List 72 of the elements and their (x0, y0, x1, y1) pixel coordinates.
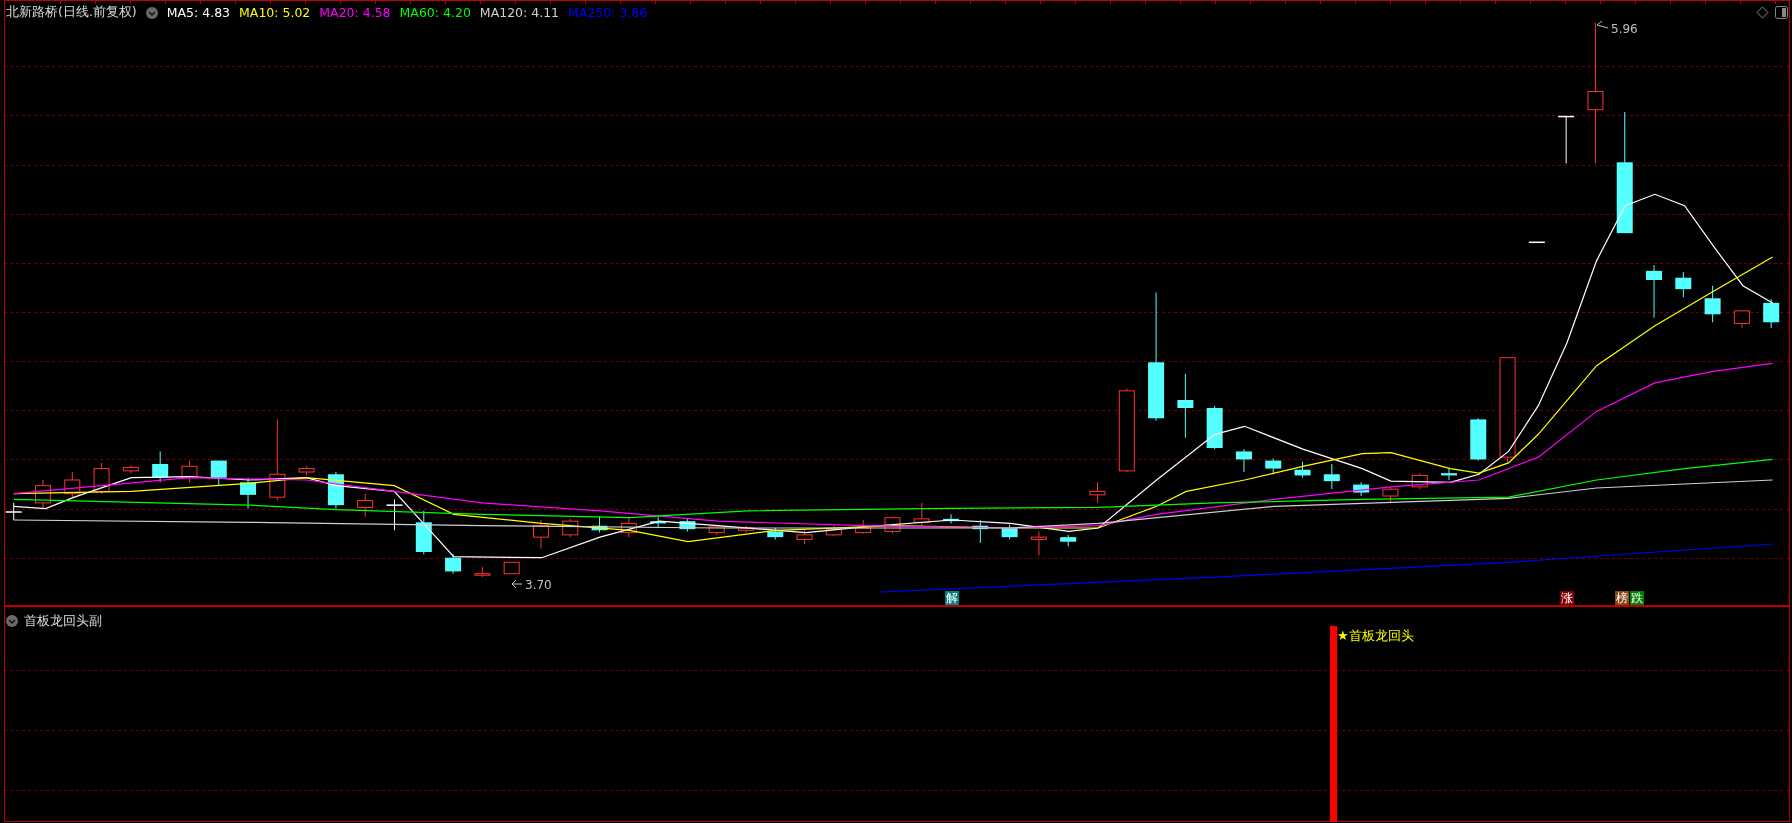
candlestick (181, 460, 198, 483)
candlestick (620, 516, 637, 538)
high-price-label: 5.96 (1611, 22, 1638, 36)
candlestick (1294, 461, 1311, 479)
candlestick (474, 566, 491, 578)
signal-label: ★首板龙回头 (1337, 627, 1414, 645)
candlestick (1265, 457, 1282, 475)
candlestick (35, 479, 51, 510)
candlestick (1411, 472, 1428, 490)
moving-average-value: MA10: 5.02 (239, 5, 311, 20)
candlestick (503, 561, 520, 575)
candlestick (1323, 463, 1340, 490)
candlestick (855, 519, 872, 535)
candlestick (1704, 285, 1721, 323)
candlestick (122, 464, 139, 474)
candlestick (1206, 405, 1223, 450)
signal-marker: 解 (945, 590, 959, 605)
candlestick (1646, 264, 1663, 319)
candlestick (1177, 373, 1194, 439)
candlestick (1763, 298, 1780, 329)
candlestick (357, 493, 374, 518)
moving-average-value: MA20: 4.58 (319, 5, 391, 20)
candlestick (562, 518, 579, 538)
candlestick (767, 527, 784, 540)
candlestick (1353, 481, 1370, 497)
candlestick (943, 513, 960, 524)
candlestick (1382, 486, 1399, 504)
candlestick (1528, 241, 1546, 244)
candlestick (415, 510, 432, 555)
candlestick (532, 519, 549, 550)
candlestick (738, 525, 754, 534)
candlestick (1557, 115, 1575, 164)
candlestick (64, 471, 81, 498)
moving-average-value: MA60: 4.20 (399, 5, 471, 20)
candlestick (913, 502, 930, 527)
dropdown-icon[interactable] (6, 615, 18, 627)
leader-line (1596, 20, 1609, 29)
candlestick (650, 516, 667, 529)
candlestick (1001, 524, 1018, 540)
candlestick (1441, 468, 1457, 481)
low-price-label: 3.70 (525, 578, 552, 592)
signal-marker: 榜 (1614, 590, 1629, 605)
candlestick (152, 450, 169, 483)
candlestick (1060, 534, 1077, 547)
candlestick (825, 525, 842, 537)
candlestick (796, 528, 813, 545)
moving-average-value: MA5: 4.83 (166, 5, 231, 20)
signal-marker: 跌 (1629, 590, 1644, 605)
candlestick (1235, 448, 1252, 473)
candlestick (972, 519, 989, 544)
candlestick (1675, 271, 1692, 298)
panel-toggle-icon[interactable] (1775, 6, 1788, 19)
candlestick (385, 498, 404, 531)
moving-average-value: MA250: 3.86 (568, 5, 648, 20)
candlestick (4, 502, 23, 521)
candlestick (93, 462, 110, 495)
candlestick (210, 460, 227, 487)
candlestick (591, 516, 608, 534)
candlestick (445, 553, 462, 575)
candlestick (1733, 310, 1750, 329)
candlestick (679, 518, 696, 532)
candlestick (1089, 481, 1106, 504)
candlestick (708, 524, 725, 536)
candlestick (1470, 417, 1487, 462)
leader-line (511, 579, 523, 589)
dropdown-icon[interactable] (145, 6, 158, 19)
moving-average-value: MA120: 4.11 (479, 5, 560, 20)
diamond-icon[interactable] (1756, 6, 1769, 19)
candlestick (1030, 530, 1047, 556)
indicator-title: 首板龙回头副 (24, 612, 102, 630)
signal-marker: 涨 (1559, 590, 1574, 605)
stock-title: 北新路桥(日线.前复权) (6, 4, 137, 21)
